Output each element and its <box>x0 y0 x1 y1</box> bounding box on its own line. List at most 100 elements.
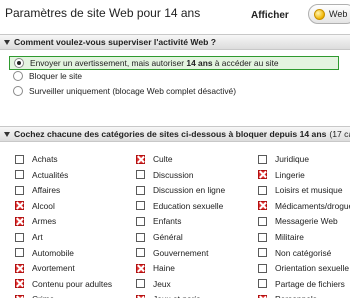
category-checkbox[interactable] <box>136 216 145 226</box>
category-item[interactable]: Juridique <box>258 153 309 165</box>
category-checkbox[interactable] <box>136 170 145 180</box>
category-item[interactable]: Alcool <box>15 200 55 212</box>
title-bar: Paramètres de site Web pour 14 ans Affic… <box>0 0 350 34</box>
category-label: Avortement <box>32 263 75 274</box>
categories-count: (17 catégories de sit <box>329 129 350 139</box>
category-label: Enfants <box>153 216 182 227</box>
category-checkbox[interactable] <box>136 232 145 242</box>
category-checkbox[interactable] <box>15 248 24 258</box>
category-checkbox[interactable] <box>136 279 145 289</box>
category-item[interactable]: Personnels <box>258 293 317 298</box>
blocked-checkbox[interactable] <box>136 154 145 164</box>
collapse-triangle-icon[interactable] <box>4 39 10 45</box>
category-item[interactable]: Achats <box>15 153 58 165</box>
supervision-option-1[interactable]: Bloquer le site <box>9 69 339 83</box>
category-item[interactable]: Lingerie <box>258 169 305 181</box>
supervision-option-label: Envoyer un avertissement, mais autoriser… <box>30 58 279 68</box>
show-dropdown[interactable]: Web <box>308 4 350 24</box>
category-item[interactable]: Enfants <box>136 215 181 227</box>
supervision-option-2[interactable]: Surveiller uniquement (blocage Web compl… <box>9 84 339 98</box>
category-item[interactable]: Orientation sexuelle <box>258 262 349 274</box>
category-label: Affaires <box>32 185 61 196</box>
supervision-option-label: Bloquer le site <box>29 71 82 81</box>
category-checkbox[interactable] <box>136 201 145 211</box>
blocked-checkbox[interactable] <box>258 201 267 211</box>
category-item[interactable]: Art <box>15 231 43 243</box>
categories-heading-text: Cochez chacune des catégories de sites c… <box>14 129 300 139</box>
category-label: Médicaments/drogues <box>275 200 350 211</box>
option-text: Bloquer le site <box>29 71 83 81</box>
category-checkbox[interactable] <box>15 232 24 242</box>
categories-heading: Cochez chacune des catégories de sites c… <box>14 129 326 139</box>
category-item[interactable]: Messagerie Web <box>258 215 338 227</box>
collapse-triangle-icon[interactable] <box>4 131 10 137</box>
category-item[interactable]: Non catégorisé <box>258 247 331 259</box>
category-item[interactable]: Jeux <box>136 278 171 290</box>
category-label: Lingerie <box>275 169 305 180</box>
category-label: Général <box>153 232 183 242</box>
category-label: Armes <box>32 216 57 227</box>
category-label: Haine <box>153 263 175 274</box>
option-text: Surveiller uniquement (blocage Web compl… <box>29 86 236 96</box>
blocked-checkbox[interactable] <box>15 263 24 273</box>
blocked-checkbox[interactable] <box>15 279 24 289</box>
page-title: Paramètres de site Web pour 14 ans <box>5 6 201 20</box>
category-label: Discussion en ligne <box>153 185 226 196</box>
category-item[interactable]: Actualités <box>15 169 68 181</box>
categories-heading-profile: 14 ans <box>299 129 327 139</box>
category-item[interactable]: Contenu pour adultes <box>15 278 112 290</box>
category-label: Gouvernement <box>153 247 209 258</box>
category-item[interactable]: Médicaments/drogues <box>258 200 350 212</box>
category-checkbox[interactable] <box>15 154 24 164</box>
category-item[interactable]: Affaires <box>15 184 60 196</box>
category-checkbox[interactable] <box>15 185 24 195</box>
category-checkbox[interactable] <box>258 216 267 226</box>
category-item[interactable]: Jeux et paris <box>136 293 200 298</box>
show-label: Afficher <box>251 10 289 21</box>
category-item[interactable]: Armes <box>15 215 56 227</box>
category-item[interactable]: Haine <box>136 262 175 274</box>
category-label: Contenu pour adultes <box>32 278 113 289</box>
category-label: Achats <box>32 154 58 164</box>
supervision-option-0[interactable]: Envoyer un avertissement, mais autoriser… <box>9 56 339 70</box>
option-text: Envoyer un avertissement, mais autoriser <box>30 58 187 68</box>
category-item[interactable]: Discussion en ligne <box>136 184 225 196</box>
category-item[interactable]: Partage de fichiers <box>258 278 345 290</box>
category-checkbox[interactable] <box>258 232 267 242</box>
category-label: Non catégorisé <box>275 247 332 258</box>
category-checkbox[interactable] <box>258 154 267 164</box>
blocked-checkbox[interactable] <box>15 216 24 226</box>
supervision-heading: Comment voulez-vous superviser l'activit… <box>14 37 216 47</box>
category-item[interactable]: Discussion <box>136 169 194 181</box>
radio-button[interactable] <box>14 58 24 68</box>
category-checkbox[interactable] <box>258 263 267 273</box>
category-label: Automobile <box>32 247 74 258</box>
categories-section-header[interactable]: Cochez chacune des catégories de sites c… <box>0 126 350 142</box>
category-item[interactable]: Automobile <box>15 247 74 259</box>
category-item[interactable]: Education sexuelle <box>136 200 223 212</box>
category-checkbox[interactable] <box>136 185 145 195</box>
category-item[interactable]: Gouvernement <box>136 247 208 259</box>
blocked-checkbox[interactable] <box>136 263 145 273</box>
category-item[interactable]: Avortement <box>15 262 75 274</box>
category-item[interactable]: Culte <box>136 153 173 165</box>
category-label: Loisirs et musique <box>275 185 343 196</box>
category-item[interactable]: Général <box>136 231 183 243</box>
category-item[interactable]: Militaire <box>258 231 304 243</box>
category-checkbox[interactable] <box>258 248 267 258</box>
category-checkbox[interactable] <box>258 185 267 195</box>
category-checkbox[interactable] <box>136 248 145 258</box>
supervision-section-header[interactable]: Comment voulez-vous superviser l'activit… <box>0 34 350 50</box>
radio-button[interactable] <box>13 71 23 81</box>
category-item[interactable]: Crime <box>15 293 54 298</box>
category-checkbox[interactable] <box>258 279 267 289</box>
category-label: Juridique <box>275 154 309 164</box>
radio-button[interactable] <box>13 86 23 96</box>
blocked-checkbox[interactable] <box>15 201 24 211</box>
category-label: Discussion <box>153 169 194 180</box>
category-label: Partage de fichiers <box>275 278 345 289</box>
category-item[interactable]: Loisirs et musique <box>258 184 343 196</box>
category-checkbox[interactable] <box>15 170 24 180</box>
blocked-checkbox[interactable] <box>258 170 267 180</box>
option-profile-name: 14 ans <box>186 58 213 68</box>
